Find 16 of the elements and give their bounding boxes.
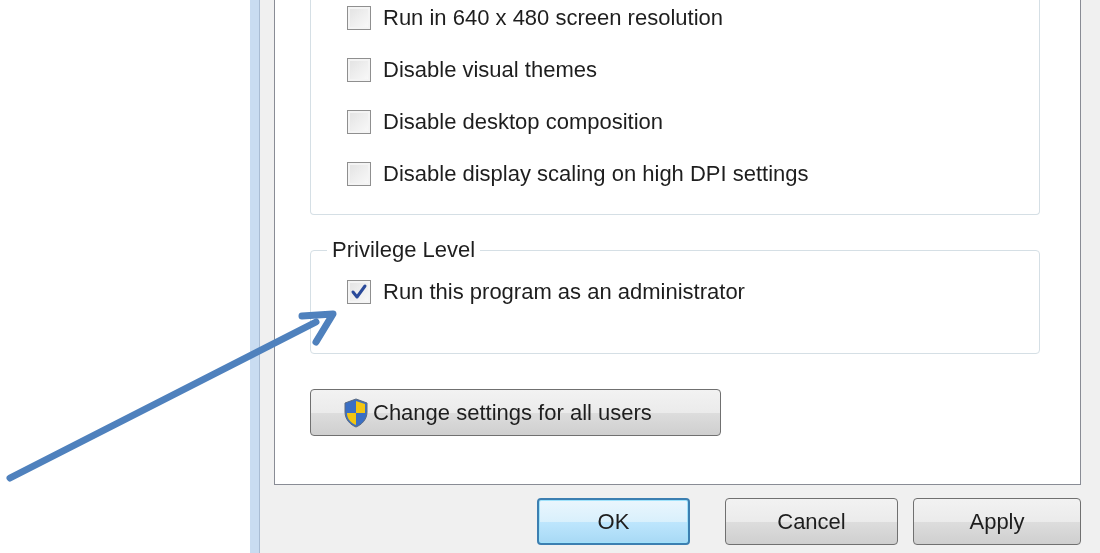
checkbox[interactable] bbox=[347, 280, 371, 304]
group-title: Privilege Level bbox=[331, 239, 477, 261]
checkbox-label[interactable]: Disable visual themes bbox=[383, 57, 597, 83]
dialog-button[interactable]: OK bbox=[537, 498, 690, 545]
checkbox[interactable] bbox=[347, 6, 371, 30]
checkbox[interactable] bbox=[347, 58, 371, 82]
shield-icon bbox=[343, 397, 369, 428]
change-settings-button[interactable]: Change settings for all users bbox=[310, 389, 721, 436]
checkbox-label[interactable]: Disable display scaling on high DPI settings bbox=[383, 161, 809, 187]
checkbox-label[interactable]: Run this program as an administrator bbox=[383, 279, 745, 305]
checkbox[interactable] bbox=[347, 162, 371, 186]
checkbox-label[interactable]: Disable desktop composition bbox=[383, 109, 664, 135]
dialog-button[interactable]: Apply bbox=[913, 498, 1081, 545]
dialog-button[interactable]: Cancel bbox=[725, 498, 898, 545]
checkbox[interactable] bbox=[347, 110, 371, 134]
checkbox-label[interactable]: Run in 640 x 480 screen resolution bbox=[383, 5, 723, 31]
